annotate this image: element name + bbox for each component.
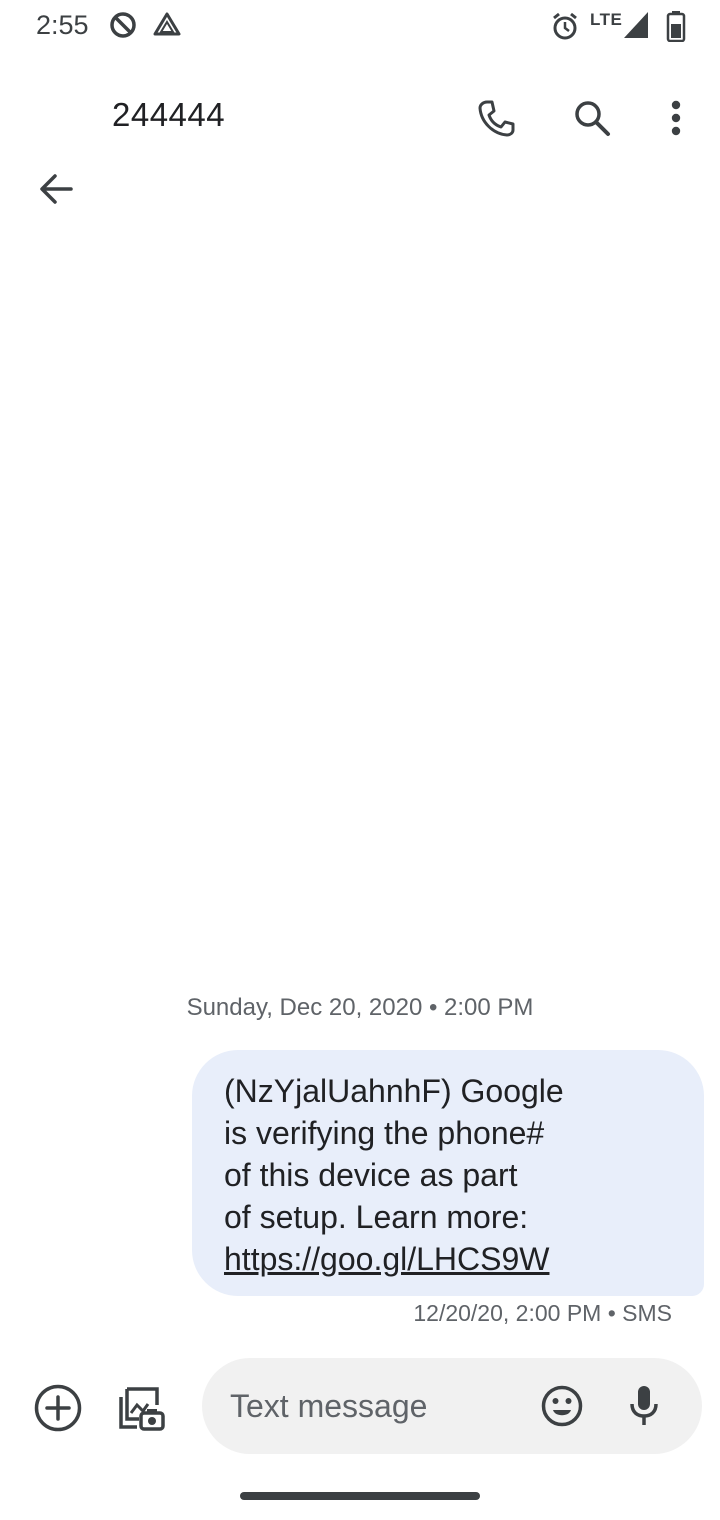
signal-icon (622, 10, 650, 45)
call-button[interactable] (470, 92, 522, 144)
status-time: 2:55 (36, 10, 89, 40)
message-bubble[interactable]: (NzYjalUahnhF) Google is verifying the p… (192, 1050, 704, 1296)
back-button[interactable] (30, 160, 82, 218)
network-type: LTE (590, 10, 623, 29)
voice-input-button[interactable] (620, 1380, 668, 1432)
battery-icon (666, 10, 686, 47)
message-input-placeholder: Text message (230, 1388, 428, 1424)
back-arrow-icon (40, 174, 73, 204)
phone-icon (478, 100, 515, 137)
more-vert-icon (671, 100, 681, 136)
mic-icon (630, 1386, 658, 1425)
message-link[interactable]: https://goo.gl/LHCS9W (224, 1238, 674, 1280)
message-timestamp: 12/20/20, 2:00 PM • SMS (413, 1300, 672, 1326)
conversation-title: 244444 (112, 96, 226, 133)
date-header: Sunday, Dec 20, 2020 • 2:00 PM (186, 994, 534, 1021)
search-icon (575, 101, 610, 136)
gallery-camera-icon (119, 1387, 165, 1431)
alarm-icon (550, 10, 580, 47)
gallery-button[interactable] (114, 1380, 170, 1436)
emoji-button[interactable] (536, 1380, 588, 1432)
data-saver-icon (108, 10, 138, 45)
drive-icon (152, 10, 182, 45)
add-attachment-button[interactable] (30, 1380, 86, 1436)
home-indicator[interactable] (240, 1492, 480, 1500)
more-options-button[interactable] (654, 92, 698, 144)
message-text: (NzYjalUahnhF) Google is verifying the p… (224, 1073, 564, 1235)
status-bar: 2:55 LTE (0, 0, 720, 56)
search-button[interactable] (566, 92, 618, 144)
add-circle-icon (34, 1384, 82, 1432)
emoji-icon (541, 1385, 583, 1427)
